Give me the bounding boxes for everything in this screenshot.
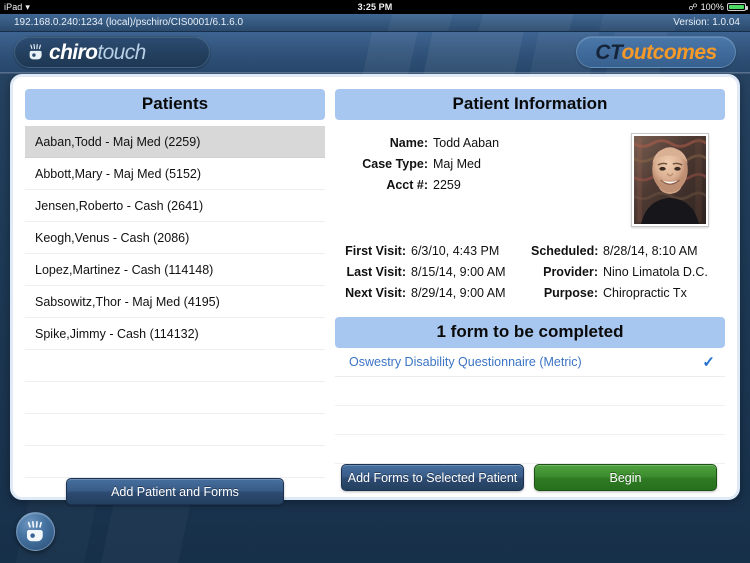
visit-detail-label: Last Visit:: [346, 265, 406, 279]
brand-ct: CT: [595, 40, 622, 64]
visit-detail-value: 6/3/10, 4:43 PM: [411, 244, 500, 258]
visit-detail-value: Chiropractic Tx: [603, 286, 687, 300]
form-list-empty-row: [335, 435, 725, 464]
visit-detail-label: Next Visit:: [345, 286, 406, 300]
patient-fields: Name: Todd Aaban Case Type: Maj Med Acct #: 2…: [335, 133, 631, 227]
hand-logo-icon: [29, 44, 42, 60]
bluetooth-icon: ☍: [688, 1, 698, 12]
form-list-item[interactable]: Oswestry Disability Questionnaire (Metri…: [335, 348, 725, 377]
patient-list-empty-row: [25, 414, 325, 446]
patient-field-label: Case Type:: [362, 157, 428, 171]
visit-details: First Visit: 6/3/10, 4:43 PM Last Visit: 8/…: [335, 241, 725, 304]
patient-list-item[interactable]: Lopez,Martinez - Cash (114148): [25, 254, 325, 286]
brand-chiro: chiro: [49, 40, 98, 64]
chirotouch-wordmark: chirotouch: [49, 42, 146, 63]
right-buttons: Add Forms to Selected Patient Begin: [335, 464, 725, 491]
app-connection-bar: 192.168.0.240:1234 (local)/pschiro/CIS00…: [0, 14, 750, 32]
patient-list-empty-row: [25, 350, 325, 382]
visit-detail-row: Provider: Nino Limatola D.C.: [531, 262, 719, 283]
patients-list[interactable]: Aaban,Todd - Maj Med (2259) Abbott,Mary -…: [25, 126, 325, 478]
visit-detail-label: First Visit:: [345, 244, 406, 258]
right-button-row: Add Forms to Selected Patient Begin: [335, 464, 725, 491]
version-label: Version: 1.0.04: [673, 17, 740, 28]
brand-outcomes: outcomes: [621, 40, 718, 64]
visit-detail-label: Provider:: [543, 265, 598, 279]
begin-button[interactable]: Begin: [534, 464, 717, 491]
patient-list-item[interactable]: Keogh,Venus - Cash (2086): [25, 222, 325, 254]
visit-detail-value: Nino Limatola D.C.: [603, 265, 708, 279]
patient-list-item[interactable]: Aaban,Todd - Maj Med (2259): [25, 126, 325, 158]
patient-field: Name: Todd Aaban: [341, 133, 631, 154]
chirotouch-logo: chirotouch: [14, 36, 210, 68]
visit-detail-label: Scheduled:: [531, 244, 599, 258]
ctoutcomes-logo: CToutcomes: [576, 36, 736, 68]
visit-detail-row: Scheduled: 8/28/14, 8:10 AM: [531, 241, 719, 262]
visit-detail-row: Purpose: Chiropractic Tx: [531, 283, 719, 304]
main-content-card: Patients Aaban,Todd - Maj Med (2259) Abbo…: [10, 74, 740, 505]
patient-list-item[interactable]: Jensen,Roberto - Cash (2641): [25, 190, 325, 222]
checkmark-icon[interactable]: ✓: [702, 353, 715, 371]
left-buttons: Add Patient and Forms: [25, 478, 325, 505]
forms-panel-title: 1 form to be completed: [335, 317, 725, 348]
add-patient-and-forms-button[interactable]: Add Patient and Forms: [66, 478, 284, 505]
visit-detail-label: Purpose:: [543, 286, 598, 300]
patient-list-empty-row: [25, 446, 325, 478]
patients-panel-title: Patients: [25, 89, 325, 120]
patient-list-empty-row: [25, 382, 325, 414]
status-bar-time: 3:25 PM: [357, 2, 393, 12]
patient-field-value: Todd Aaban: [433, 136, 500, 150]
ctoutcomes-wordmark: CToutcomes: [595, 40, 718, 64]
visit-detail-row: First Visit: 6/3/10, 4:43 PM: [337, 241, 525, 262]
form-list-empty-row: [335, 406, 725, 435]
patient-field: Case Type: Maj Med: [341, 154, 631, 175]
visit-detail-value: 8/28/14, 8:10 AM: [603, 244, 698, 258]
patient-summary: Name: Todd Aaban Case Type: Maj Med Acct #: 2…: [335, 133, 725, 227]
patient-field-label: Acct #:: [386, 178, 428, 192]
form-list-empty-row: [335, 377, 725, 406]
status-bar-right: ☍ 100%: [688, 2, 750, 12]
form-name-link[interactable]: Oswestry Disability Questionnaire (Metri…: [349, 355, 582, 369]
battery-percent-label: 100%: [700, 2, 724, 12]
left-button-row: Add Patient and Forms: [25, 478, 325, 505]
visit-details-left: First Visit: 6/3/10, 4:43 PM Last Visit: 8/…: [337, 241, 525, 304]
patient-field: Acct #: 2259: [341, 175, 631, 196]
patient-photo: [631, 133, 709, 227]
visit-detail-row: Last Visit: 8/15/14, 9:00 AM: [337, 262, 525, 283]
connection-string: 192.168.0.240:1234 (local)/pschiro/CIS00…: [14, 17, 244, 28]
patient-list-item[interactable]: Abbott,Mary - Maj Med (5152): [25, 158, 325, 190]
patient-list-item[interactable]: Sabsowitz,Thor - Maj Med (4195): [25, 286, 325, 318]
patient-list-item[interactable]: Spike,Jimmy - Cash (114132): [25, 318, 325, 350]
patient-information-title: Patient Information: [335, 89, 725, 120]
add-forms-to-selected-patient-button[interactable]: Add Forms to Selected Patient: [341, 464, 524, 491]
ios-status-bar: iPad ▾ 3:25 PM ☍ 100%: [0, 0, 750, 14]
hand-home-icon: [26, 521, 43, 542]
visit-details-right: Scheduled: 8/28/14, 8:10 AM Provider: Nino …: [531, 241, 719, 304]
patient-photo-image: [634, 136, 706, 224]
patient-information-column: Patient Information Name: Todd Aaban Case …: [335, 89, 725, 491]
home-hand-button[interactable]: [16, 512, 55, 551]
patients-column: Patients Aaban,Todd - Maj Med (2259) Abbo…: [25, 89, 325, 505]
forms-list[interactable]: Oswestry Disability Questionnaire (Metri…: [335, 348, 725, 464]
patient-field-value: Maj Med: [433, 157, 481, 171]
visit-detail-value: 8/15/14, 9:00 AM: [411, 265, 506, 279]
battery-icon: [727, 3, 748, 11]
brand-touch: touch: [97, 40, 146, 64]
patient-field-label: Name:: [389, 136, 428, 150]
visit-detail-value: 8/29/14, 9:00 AM: [411, 286, 506, 300]
patient-field-value: 2259: [433, 178, 461, 192]
visit-detail-row: Next Visit: 8/29/14, 9:00 AM: [337, 283, 525, 304]
brand-header: chirotouch CToutcomes: [0, 32, 750, 74]
